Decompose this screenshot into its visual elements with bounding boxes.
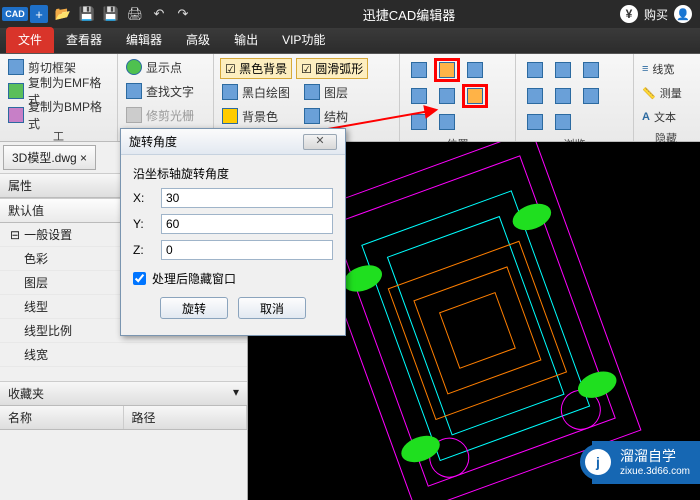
main-tabs: 文件 查看器 编辑器 高级 输出 VIP功能 (0, 28, 700, 54)
bw-icon (222, 84, 238, 100)
angle-icon (467, 88, 483, 104)
titlebar: CAD + 📂 💾 💾 🖨 ↶ ↷ 迅捷CAD编辑器 ¥ 购买 👤 (0, 0, 700, 28)
point-icon (126, 59, 142, 75)
find-text-button[interactable]: 查找文字 (124, 80, 207, 102)
retouch-button[interactable]: 修剪光栅 (124, 104, 207, 126)
search-icon (126, 83, 142, 99)
favorites-columns: 名称 路径 (0, 406, 247, 430)
cancel-button[interactable]: 取消 (238, 297, 306, 319)
z-label: Z: (133, 243, 153, 257)
z-input[interactable] (161, 240, 333, 260)
y-input[interactable] (161, 214, 333, 234)
text-button[interactable]: A文本 (640, 106, 692, 128)
rotate-button[interactable]: 旋转 (160, 297, 228, 319)
fit-icon (439, 88, 455, 104)
collapse-icon: ⊟ (10, 228, 20, 242)
tab-viewer[interactable]: 查看器 (54, 27, 114, 53)
zoom-icon (411, 88, 427, 104)
save-button[interactable]: 💾 (76, 3, 98, 25)
nav-icon-5[interactable] (434, 84, 460, 108)
tab-file[interactable]: 文件 (6, 27, 54, 53)
retouch-icon (126, 107, 142, 123)
move-icon (411, 62, 427, 78)
smooth-arc-toggle[interactable]: ☑ 圆滑弧形 (296, 58, 368, 79)
browse-icon-5[interactable] (550, 84, 576, 108)
redo-button[interactable]: ↷ (172, 3, 194, 25)
watermark: j 溜溜自学 zixue.3d66.com (592, 441, 700, 484)
workspace: 3D模型.dwg × 属性 默认值 ⊟一般设置 色彩 图层 线型 线型比例 线宽… (0, 142, 700, 500)
document-tab[interactable]: 3D模型.dwg × (3, 145, 96, 170)
browse-icon-7[interactable] (522, 110, 548, 134)
user-icon[interactable]: 👤 (674, 5, 692, 23)
hide-window-checkbox[interactable] (133, 272, 146, 285)
favorites-header[interactable]: 收藏夹 ▾ (0, 381, 247, 406)
tab-output[interactable]: 输出 (222, 27, 270, 53)
buy-link[interactable]: 购买 (644, 6, 668, 23)
linewidth-button[interactable]: ≡线宽 (640, 58, 692, 80)
hide-window-label: 处理后隐藏窗口 (152, 270, 236, 287)
scissors-icon (8, 59, 24, 75)
nav-icon-1[interactable] (406, 58, 432, 82)
watermark-url: zixue.3d66.com (620, 465, 690, 478)
dialog-title-text: 旋转角度 (129, 133, 177, 150)
quick-access-toolbar: CAD + 📂 💾 💾 🖨 ↶ ↷ (0, 3, 198, 25)
browse-icon-2[interactable] (550, 58, 576, 82)
print-button[interactable]: 🖨 (124, 3, 146, 25)
copy-bmp-button[interactable]: 复制为BMP格式 (6, 104, 111, 126)
y-label: Y: (133, 217, 153, 231)
bg-color-button[interactable]: 背景色 (220, 105, 292, 127)
pan-icon (467, 62, 483, 78)
tree-icon (304, 108, 320, 124)
rotate-angle-button[interactable] (462, 84, 488, 108)
x-label: X: (133, 191, 153, 205)
dialog-titlebar[interactable]: 旋转角度 ✕ (121, 129, 345, 155)
browse-icon-1[interactable] (522, 58, 548, 82)
saveas-button[interactable]: 💾 (100, 3, 122, 25)
browse-icon-3[interactable] (578, 58, 604, 82)
dialog-subtitle: 沿坐标轴旋转角度 (133, 165, 333, 182)
app-title: 迅捷CAD编辑器 (198, 5, 620, 24)
structure-button[interactable]: 结构 (302, 105, 350, 127)
browse-icon-8[interactable] (550, 110, 576, 134)
bw-draw-button[interactable]: 黑白绘图 (220, 81, 292, 103)
prop-lineweight[interactable]: 线宽 (0, 343, 247, 367)
undo-button[interactable]: ↶ (148, 3, 170, 25)
rotate-angle-dialog: 旋转角度 ✕ 沿坐标轴旋转角度 X: Y: Z: 处理后隐藏窗口 旋转 取消 (120, 128, 346, 336)
measure-button[interactable]: 📏测量 (640, 82, 692, 104)
nav-icon-3[interactable] (462, 58, 488, 82)
watermark-brand: 溜溜自学 (620, 447, 690, 465)
open-button[interactable]: 📂 (52, 3, 74, 25)
col-path: 路径 (124, 406, 248, 429)
tab-editor[interactable]: 编辑器 (114, 27, 174, 53)
watermark-logo: j (580, 444, 616, 480)
dialog-close-button[interactable]: ✕ (303, 134, 337, 150)
show-point-button[interactable]: 显示点 (124, 56, 207, 78)
currency-icon[interactable]: ¥ (620, 5, 638, 23)
app-badge: CAD (4, 3, 26, 25)
tab-advanced[interactable]: 高级 (174, 27, 222, 53)
browse-icon-6[interactable] (578, 84, 604, 108)
rotate-3d-button[interactable] (434, 58, 460, 82)
new-button[interactable]: + (28, 3, 50, 25)
emf-icon (8, 83, 24, 99)
fill-icon (222, 108, 238, 124)
col-name: 名称 (0, 406, 124, 429)
view-icon (439, 114, 455, 130)
layer-button[interactable]: 图层 (302, 81, 350, 103)
rotate-3d-icon (439, 62, 455, 78)
chevron-down-icon: ▾ (233, 385, 239, 399)
black-bg-toggle[interactable]: ☑ 黑色背景 (220, 58, 292, 79)
layers-icon (304, 84, 320, 100)
x-input[interactable] (161, 188, 333, 208)
ribbon: 剪切框架 复制为EMF格式 复制为BMP格式 工 显示点 查找文字 修剪光栅 ☑… (0, 54, 700, 142)
bmp-icon (8, 107, 24, 123)
browse-icon-4[interactable] (522, 84, 548, 108)
tab-vip[interactable]: VIP功能 (270, 27, 337, 53)
